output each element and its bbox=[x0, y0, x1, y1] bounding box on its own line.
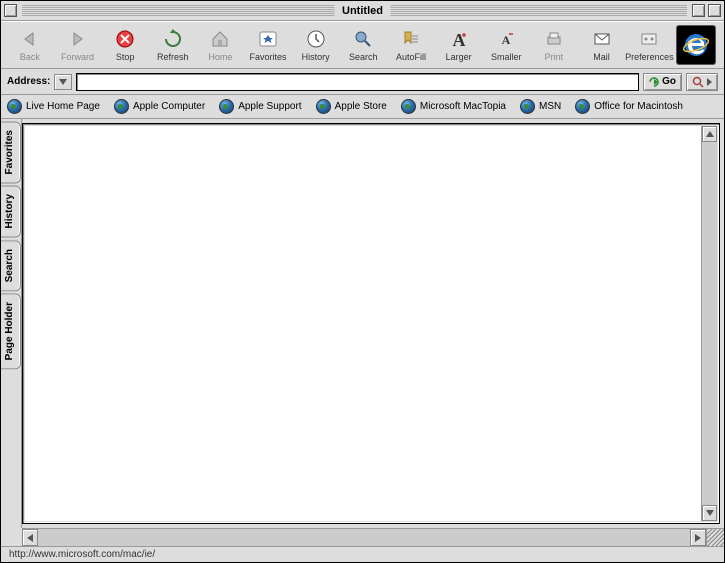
refresh-icon bbox=[161, 27, 185, 51]
forward-button[interactable]: Forward bbox=[55, 23, 101, 67]
main-area: Favorites History Search Page Holder bbox=[1, 119, 724, 528]
go-button[interactable]: Go bbox=[643, 73, 682, 91]
bookmark-msn[interactable]: MSN bbox=[520, 99, 561, 114]
vertical-scrollbar[interactable] bbox=[701, 126, 717, 521]
chevron-down-icon bbox=[59, 79, 67, 85]
globe-icon bbox=[316, 99, 331, 114]
globe-icon bbox=[219, 99, 234, 114]
print-button[interactable]: Print bbox=[531, 23, 577, 67]
tab-page-holder[interactable]: Page Holder bbox=[1, 293, 21, 369]
horizontal-scrollbar[interactable] bbox=[22, 528, 706, 546]
preferences-button[interactable]: Preferences bbox=[626, 23, 672, 67]
status-text: http://www.microsoft.com/mac/ie/ bbox=[9, 549, 155, 560]
chevron-right-icon bbox=[707, 78, 712, 86]
go-arrow-icon bbox=[649, 77, 659, 87]
browser-window: Untitled Back Forward Stop Refresh Home bbox=[0, 0, 725, 563]
resize-grip[interactable] bbox=[706, 528, 724, 546]
back-arrow-icon bbox=[18, 27, 42, 51]
collapse-box[interactable] bbox=[708, 4, 721, 17]
explorer-bar-tabs: Favorites History Search Page Holder bbox=[1, 119, 22, 528]
ie-logo-icon bbox=[676, 25, 716, 65]
home-button[interactable]: Home bbox=[198, 23, 244, 67]
titlebar: Untitled bbox=[1, 1, 724, 21]
history-icon bbox=[304, 27, 328, 51]
autofill-icon bbox=[399, 27, 423, 51]
globe-icon bbox=[575, 99, 590, 114]
titlebar-texture bbox=[22, 5, 350, 17]
scroll-down-button[interactable] bbox=[702, 505, 717, 521]
titlebar-texture bbox=[360, 5, 688, 17]
tab-history[interactable]: History bbox=[1, 185, 21, 237]
bookmarks-bar: Live Home Page Apple Computer Apple Supp… bbox=[1, 95, 724, 119]
scroll-left-button[interactable] bbox=[22, 529, 38, 546]
history-button[interactable]: History bbox=[293, 23, 339, 67]
page-viewport[interactable] bbox=[25, 126, 701, 521]
bookmark-apple-support[interactable]: Apple Support bbox=[219, 99, 301, 114]
address-history-dropdown[interactable] bbox=[54, 74, 72, 90]
search-options-button[interactable] bbox=[686, 73, 718, 91]
globe-icon bbox=[7, 99, 22, 114]
search-icon bbox=[351, 27, 375, 51]
larger-text-icon: A bbox=[447, 27, 471, 51]
smaller-text-icon: A bbox=[494, 27, 518, 51]
smaller-button[interactable]: A Smaller bbox=[483, 23, 529, 67]
svg-text:A: A bbox=[452, 30, 465, 49]
print-icon bbox=[542, 27, 566, 51]
home-icon bbox=[208, 27, 232, 51]
autofill-button[interactable]: AutoFill bbox=[388, 23, 434, 67]
address-bar: Address: Go bbox=[1, 69, 724, 95]
bookmark-apple-computer[interactable]: Apple Computer bbox=[114, 99, 205, 114]
bottom-scroll-row bbox=[1, 528, 724, 546]
tab-search[interactable]: Search bbox=[1, 240, 21, 291]
bookmark-microsoft-mactopia[interactable]: Microsoft MacTopia bbox=[401, 99, 506, 114]
bookmark-office-for-macintosh[interactable]: Office for Macintosh bbox=[575, 99, 683, 114]
close-box[interactable] bbox=[4, 4, 17, 17]
scroll-track[interactable] bbox=[38, 529, 690, 546]
content-frame bbox=[22, 123, 720, 524]
refresh-button[interactable]: Refresh bbox=[150, 23, 196, 67]
mail-icon bbox=[590, 27, 614, 51]
back-button[interactable]: Back bbox=[7, 23, 53, 67]
address-input[interactable] bbox=[76, 73, 639, 91]
address-label: Address: bbox=[7, 76, 50, 87]
status-bar: http://www.microsoft.com/mac/ie/ bbox=[1, 546, 724, 562]
svg-text:A: A bbox=[502, 33, 511, 47]
globe-icon bbox=[520, 99, 535, 114]
globe-icon bbox=[114, 99, 129, 114]
larger-button[interactable]: A Larger bbox=[436, 23, 482, 67]
scroll-track[interactable] bbox=[702, 142, 717, 505]
zoom-box[interactable] bbox=[692, 4, 705, 17]
favorites-button[interactable]: Favorites bbox=[245, 23, 291, 67]
bookmark-live-home-page[interactable]: Live Home Page bbox=[7, 99, 100, 114]
window-title: Untitled bbox=[334, 5, 391, 17]
tab-favorites[interactable]: Favorites bbox=[1, 121, 21, 183]
favorites-icon bbox=[256, 27, 280, 51]
forward-arrow-icon bbox=[65, 27, 89, 51]
stop-icon bbox=[113, 27, 137, 51]
preferences-icon bbox=[637, 27, 661, 51]
main-toolbar: Back Forward Stop Refresh Home Favorites… bbox=[1, 21, 724, 69]
scroll-up-button[interactable] bbox=[702, 126, 717, 142]
stop-button[interactable]: Stop bbox=[102, 23, 148, 67]
mail-button[interactable]: Mail bbox=[579, 23, 625, 67]
bookmark-apple-store[interactable]: Apple Store bbox=[316, 99, 387, 114]
scroll-right-button[interactable] bbox=[690, 529, 706, 546]
globe-icon bbox=[401, 99, 416, 114]
search-button[interactable]: Search bbox=[340, 23, 386, 67]
magnifier-icon bbox=[692, 76, 704, 88]
